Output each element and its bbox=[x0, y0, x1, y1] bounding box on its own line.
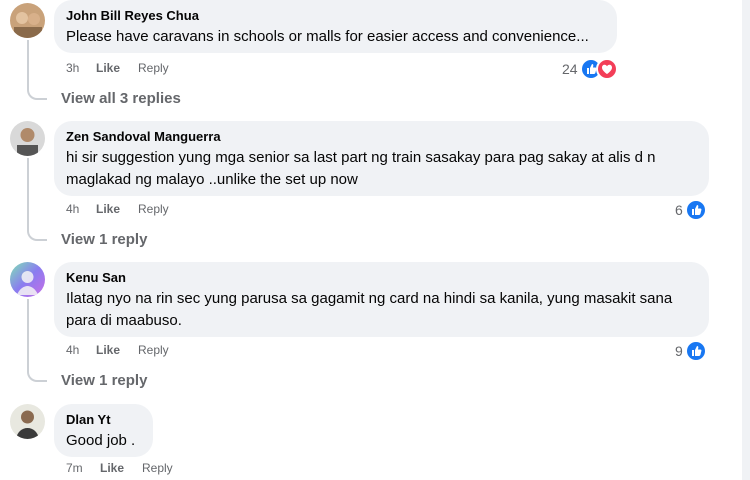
love-reaction-icon bbox=[595, 58, 618, 80]
reaction-summary[interactable]: 6 bbox=[675, 199, 707, 221]
avatar[interactable] bbox=[10, 121, 45, 156]
like-button[interactable]: Like bbox=[100, 461, 142, 475]
reply-button[interactable]: Reply bbox=[142, 461, 173, 475]
like-button[interactable]: Like bbox=[96, 61, 138, 75]
reply-button[interactable]: Reply bbox=[138, 343, 169, 357]
avatar[interactable] bbox=[10, 404, 45, 439]
view-replies-link[interactable]: View all 3 replies bbox=[61, 90, 181, 107]
comment-text: hi sir suggestion yung mga senior sa las… bbox=[66, 149, 656, 188]
avatar[interactable] bbox=[10, 262, 45, 297]
comment-time[interactable]: 3h bbox=[66, 61, 96, 75]
like-button[interactable]: Like bbox=[96, 343, 138, 357]
comment-actions: 4h Like Reply bbox=[66, 202, 169, 216]
reaction-count: 9 bbox=[675, 343, 683, 359]
avatar[interactable] bbox=[10, 3, 45, 38]
thread-connector bbox=[27, 40, 47, 100]
comment-actions: 7m Like Reply bbox=[66, 461, 173, 475]
reaction-summary[interactable]: 9 bbox=[675, 340, 707, 362]
reaction-count: 24 bbox=[562, 61, 578, 77]
comment-text: Good job . bbox=[66, 432, 136, 449]
reaction-summary[interactable]: 24 bbox=[562, 58, 618, 80]
like-reaction-icon bbox=[684, 199, 707, 221]
comment-time[interactable]: 4h bbox=[66, 343, 96, 357]
comment-actions: 4h Like Reply bbox=[66, 343, 169, 357]
reply-button[interactable]: Reply bbox=[138, 202, 169, 216]
thread-connector bbox=[27, 299, 47, 382]
reply-button[interactable]: Reply bbox=[138, 61, 169, 75]
comment-author[interactable]: Kenu San bbox=[66, 270, 697, 286]
comment-author[interactable]: John Bill Reyes Chua bbox=[66, 8, 605, 24]
comment-time[interactable]: 4h bbox=[66, 202, 96, 216]
view-replies-link[interactable]: View 1 reply bbox=[61, 372, 147, 389]
like-button[interactable]: Like bbox=[96, 202, 138, 216]
comment-time[interactable]: 7m bbox=[66, 461, 100, 475]
right-scroll-edge bbox=[742, 0, 750, 480]
comment-bubble: John Bill Reyes Chua Please have caravan… bbox=[54, 0, 617, 53]
comment-actions: 3h Like Reply bbox=[66, 61, 169, 75]
comment-author[interactable]: Dlan Yt bbox=[66, 412, 141, 428]
comment-bubble: Zen Sandoval Manguerra hi sir suggestion… bbox=[54, 121, 709, 196]
thread-connector bbox=[27, 158, 47, 241]
comment-author[interactable]: Zen Sandoval Manguerra bbox=[66, 129, 697, 145]
view-replies-link[interactable]: View 1 reply bbox=[61, 231, 147, 248]
comment-text: Please have caravans in schools or malls… bbox=[66, 28, 589, 45]
reaction-count: 6 bbox=[675, 202, 683, 218]
like-reaction-icon bbox=[684, 340, 707, 362]
comment-text: Ilatag nyo na rin sec yung parusa sa gag… bbox=[66, 290, 673, 329]
comment-bubble: Dlan Yt Good job . bbox=[54, 404, 153, 457]
comment-bubble: Kenu San Ilatag nyo na rin sec yung paru… bbox=[54, 262, 709, 337]
